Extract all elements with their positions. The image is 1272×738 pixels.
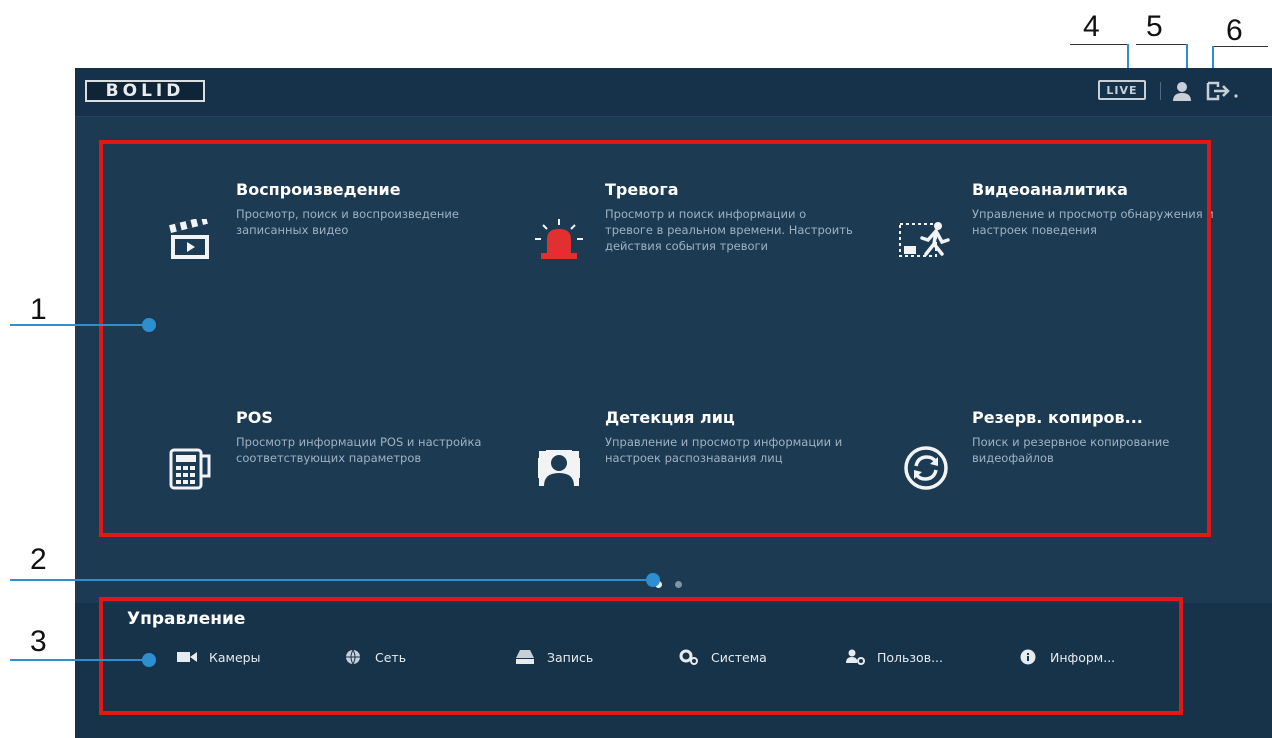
callout-5: 5 [1146,10,1163,43]
highlight-function-tiles [99,140,1211,537]
callout-2: 2 [30,543,47,576]
pager-dot-2[interactable] [675,581,682,588]
logout-icon[interactable] [1206,81,1240,101]
callout-2-dot [646,573,660,587]
callout-1: 1 [30,293,47,326]
callout-1-line [10,324,150,326]
callout-6-rule [1212,46,1268,47]
callout-3-dot [142,653,156,667]
callout-3: 3 [30,625,47,658]
callout-4-rule [1070,44,1128,45]
callout-6: 6 [1226,14,1243,47]
callout-1-dot [142,318,156,332]
bolid-logo: BOLID [85,80,205,102]
top-bar-divider [1160,82,1161,100]
highlight-management-bar [99,597,1183,715]
callout-2-line [10,579,654,581]
callout-4: 4 [1083,10,1100,43]
callout-3-line [10,659,150,661]
live-view-button[interactable]: LIVE [1098,80,1146,100]
top-bar: BOLID LIVE [75,68,1272,117]
callout-5-rule [1136,44,1188,45]
user-icon[interactable] [1171,80,1193,102]
